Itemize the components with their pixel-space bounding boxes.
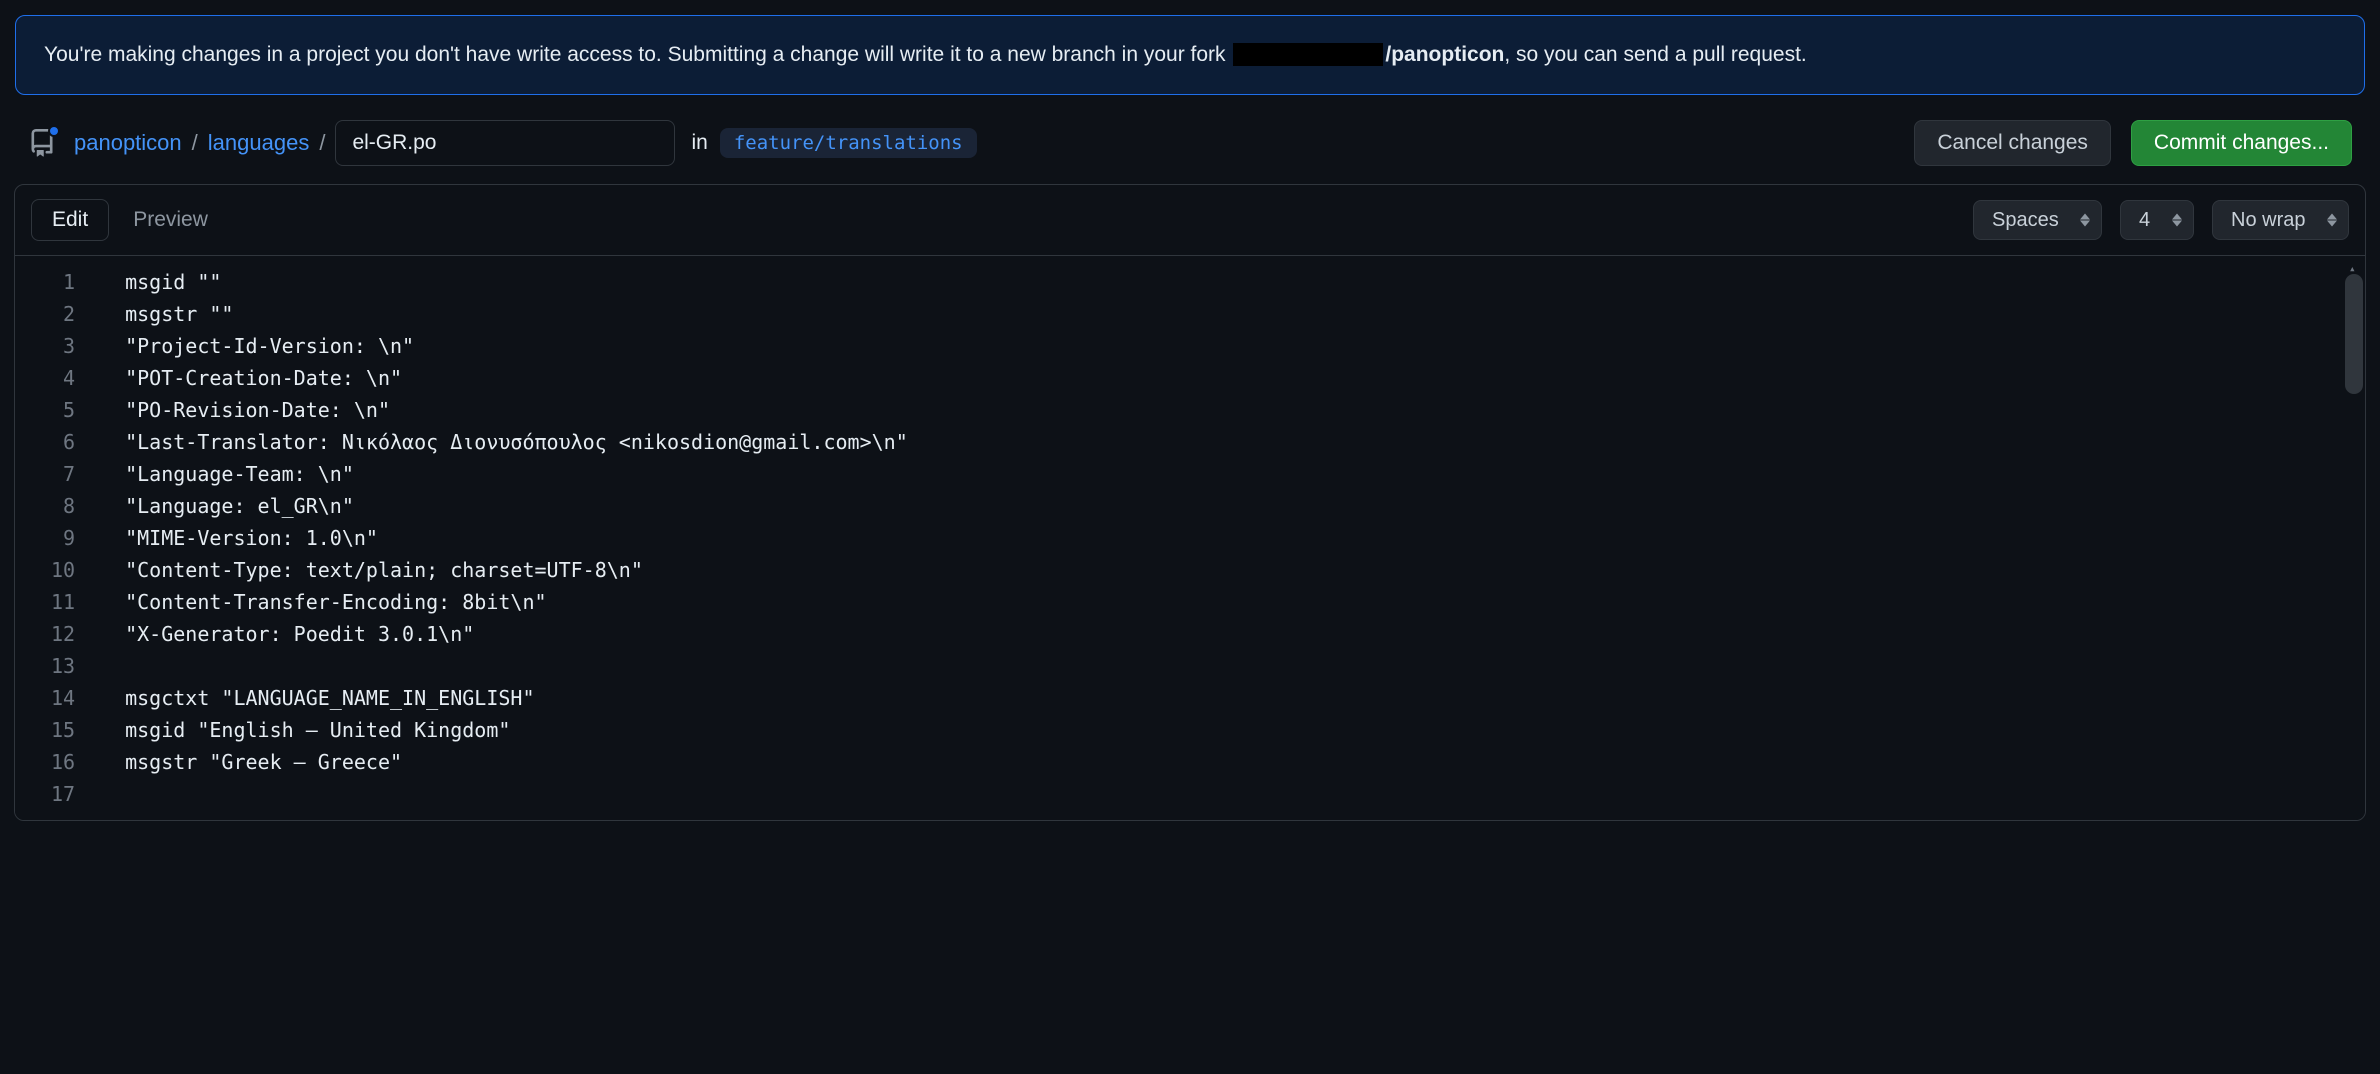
tab-edit[interactable]: Edit (31, 199, 109, 241)
line-number: 17 (51, 778, 75, 810)
line-number: 4 (51, 362, 75, 394)
tab-preview[interactable]: Preview (113, 200, 228, 240)
code-line[interactable]: "X-Generator: Poedit 3.0.1\n" (125, 618, 2355, 650)
code-line[interactable]: "Language: el_GR\n" (125, 490, 2355, 522)
code-line[interactable]: msgstr "Greek – Greece" (125, 746, 2355, 778)
editor-toolbar: Edit Preview Spaces 4 No wrap (15, 185, 2365, 256)
commit-changes-button[interactable]: Commit changes... (2131, 120, 2352, 166)
fork-indicator-dot (48, 125, 60, 137)
line-number: 8 (51, 490, 75, 522)
line-number: 14 (51, 682, 75, 714)
code-line[interactable] (125, 778, 2355, 810)
line-number: 9 (51, 522, 75, 554)
scroll-up-caret[interactable]: ▴ (2349, 260, 2359, 268)
code-line[interactable]: "Last-Translator: Νικόλαος Διονυσόπουλος… (125, 426, 2355, 458)
notice-text-prefix: You're making changes in a project you d… (44, 43, 1231, 66)
code-line[interactable]: "MIME-Version: 1.0\n" (125, 522, 2355, 554)
breadcrumb-repo-link[interactable]: panopticon (74, 130, 182, 156)
line-number: 2 (51, 298, 75, 330)
line-number: 15 (51, 714, 75, 746)
line-number-gutter: 1 2 3 4 5 6 7 8 9 10 11 12 13 14 15 16 1… (15, 256, 95, 820)
code-line[interactable]: msgid "English – United Kingdom" (125, 714, 2355, 746)
line-number: 13 (51, 650, 75, 682)
line-number: 5 (51, 394, 75, 426)
code-line[interactable]: "Project-Id-Version: \n" (125, 330, 2355, 362)
indent-mode-select-wrap: Spaces (1973, 200, 2102, 240)
editor-body[interactable]: 1 2 3 4 5 6 7 8 9 10 11 12 13 14 15 16 1… (15, 256, 2365, 820)
breadcrumb-dir-link[interactable]: languages (208, 130, 310, 156)
code-line[interactable]: msgctxt "LANGUAGE_NAME_IN_ENGLISH" (125, 682, 2355, 714)
cancel-changes-button[interactable]: Cancel changes (1914, 120, 2111, 166)
fork-repo-name: /panopticon (1385, 43, 1504, 66)
code-line[interactable]: "PO-Revision-Date: \n" (125, 394, 2355, 426)
wrap-mode-select-wrap: No wrap (2212, 200, 2349, 240)
code-line[interactable]: "Content-Transfer-Encoding: 8bit\n" (125, 586, 2355, 618)
indent-size-select[interactable]: 4 (2120, 200, 2194, 240)
repo-forked-icon (28, 129, 56, 157)
code-line[interactable] (125, 650, 2355, 682)
path-separator: / (192, 130, 198, 156)
code-line[interactable]: "Language-Team: \n" (125, 458, 2355, 490)
wrap-mode-select[interactable]: No wrap (2212, 200, 2349, 240)
line-number: 6 (51, 426, 75, 458)
line-number: 7 (51, 458, 75, 490)
code-line[interactable]: "POT-Creation-Date: \n" (125, 362, 2355, 394)
path-separator: / (319, 130, 325, 156)
redacted-username (1233, 43, 1383, 66)
editor-frame: Edit Preview Spaces 4 No wrap (14, 184, 2366, 821)
file-path-bar: panopticon / languages / in feature/tran… (0, 110, 2380, 184)
scrollbar-thumb[interactable] (2345, 274, 2363, 394)
line-number: 16 (51, 746, 75, 778)
code-line[interactable]: msgid "" (125, 266, 2355, 298)
filename-input[interactable] (335, 120, 675, 166)
line-number: 11 (51, 586, 75, 618)
in-label: in (691, 131, 707, 155)
indent-size-select-wrap: 4 (2120, 200, 2194, 240)
indent-mode-select[interactable]: Spaces (1973, 200, 2102, 240)
code-text-area[interactable]: msgid "" msgstr "" "Project-Id-Version: … (95, 256, 2365, 820)
code-line[interactable]: msgstr "" (125, 298, 2355, 330)
line-number: 3 (51, 330, 75, 362)
line-number: 1 (51, 266, 75, 298)
notice-text-suffix: , so you can send a pull request. (1504, 43, 1806, 66)
fork-notice-banner: You're making changes in a project you d… (15, 15, 2365, 95)
line-number: 12 (51, 618, 75, 650)
code-line[interactable]: "Content-Type: text/plain; charset=UTF-8… (125, 554, 2355, 586)
line-number: 10 (51, 554, 75, 586)
branch-name-pill[interactable]: feature/translations (720, 128, 977, 158)
